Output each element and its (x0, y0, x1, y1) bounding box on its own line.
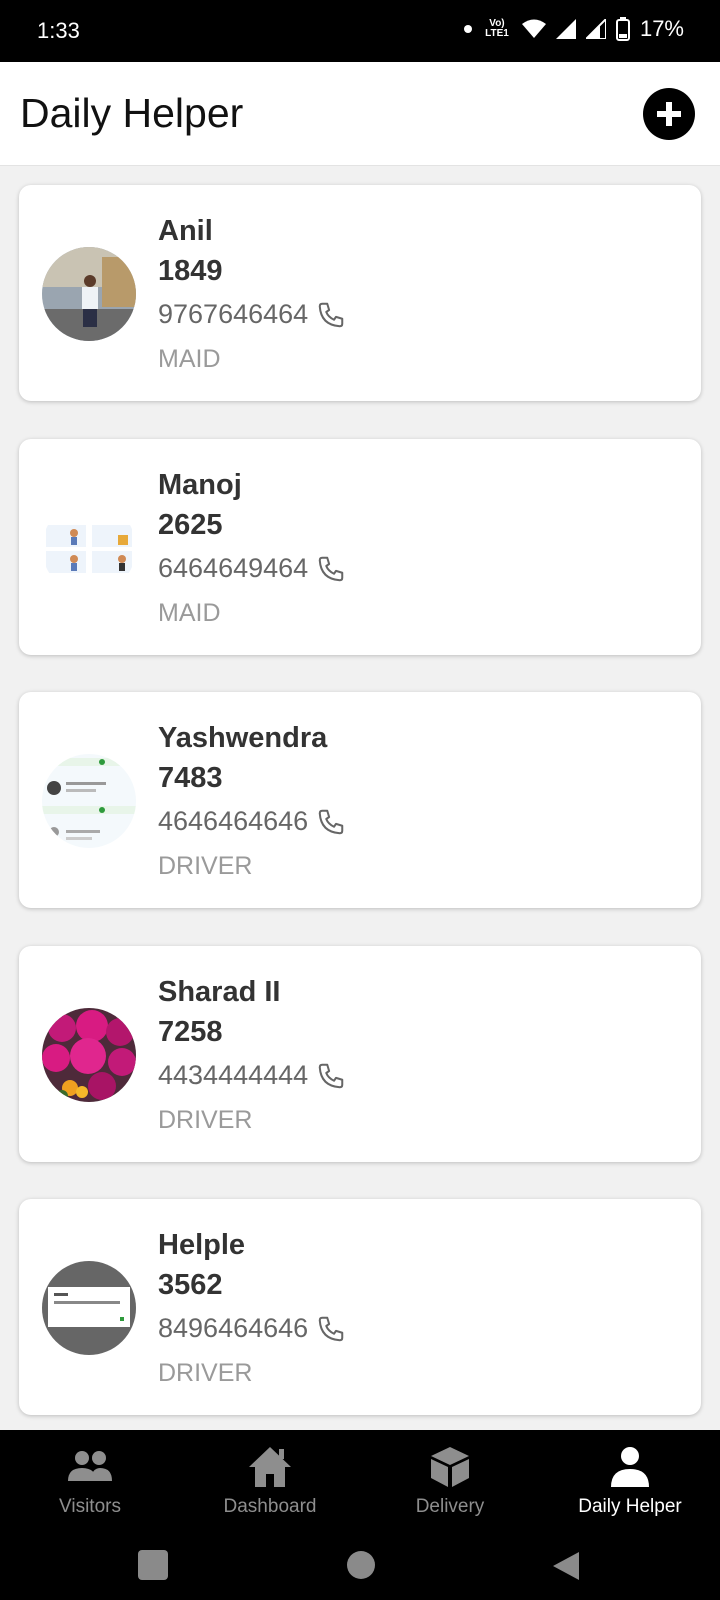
phone-icon[interactable] (316, 300, 346, 330)
nav-item-daily-helper[interactable]: Daily Helper (540, 1430, 720, 1534)
person-icon (605, 1444, 655, 1490)
recents-button[interactable] (138, 1550, 168, 1580)
nav-label: Visitors (59, 1496, 121, 1517)
add-helper-button[interactable] (643, 88, 695, 140)
notification-dot-icon (463, 25, 472, 33)
app-header: Daily Helper (0, 62, 720, 166)
helper-phone: 9767646464 (158, 299, 309, 329)
nav-item-delivery[interactable]: Delivery (360, 1430, 540, 1534)
helper-role: DRIVER (158, 1359, 253, 1387)
avatar (42, 247, 136, 341)
helper-role: MAID (158, 345, 221, 373)
helper-name: Manoj (158, 469, 242, 501)
avatar (42, 1008, 136, 1102)
helper-list[interactable]: Anil 1849 9767646464 MAID Manoj 2625 646… (0, 166, 720, 1430)
helper-name: Sharad II (158, 976, 281, 1008)
signal-icon (555, 19, 576, 39)
helper-card[interactable]: Anil 1849 9767646464 MAID (19, 185, 701, 401)
status-icons: Vo) LTE1 17% (463, 16, 684, 42)
helper-code: 1849 (158, 255, 223, 287)
box-icon (425, 1444, 475, 1490)
phone-icon[interactable] (316, 1061, 346, 1091)
volte-icon: Vo) LTE1 (482, 19, 512, 39)
bottom-nav: Visitors Dashboard Delivery Daily Helper (0, 1430, 720, 1534)
back-icon[interactable] (551, 1550, 581, 1582)
phone-icon[interactable] (316, 1314, 346, 1344)
helper-phone: 4434444444 (158, 1060, 309, 1090)
helper-name: Anil (158, 215, 213, 247)
helper-phone: 4646464646 (158, 806, 309, 836)
people-icon (65, 1444, 115, 1490)
helper-code: 3562 (158, 1269, 223, 1301)
status-time: 1:33 (37, 18, 80, 43)
phone-row[interactable]: 4434444444 (158, 1060, 346, 1091)
nav-item-dashboard[interactable]: Dashboard (180, 1430, 360, 1534)
phone-row[interactable]: 4646464646 (158, 806, 346, 837)
helper-card[interactable]: Sharad II 7258 4434444444 DRIVER (19, 946, 701, 1162)
page-title: Daily Helper (20, 90, 244, 136)
network-label: Vo) LTE1 (485, 18, 509, 39)
avatar (42, 754, 136, 848)
system-nav-bar (0, 1534, 720, 1600)
phone-icon[interactable] (316, 807, 346, 837)
plus-icon (657, 102, 681, 126)
helper-role: DRIVER (158, 852, 253, 880)
nav-label: Delivery (415, 1496, 485, 1517)
nav-label: Dashboard (223, 1496, 317, 1517)
phone-icon[interactable] (316, 554, 346, 584)
signal-2-icon (585, 19, 606, 39)
home-button[interactable] (347, 1551, 375, 1579)
helper-code: 7483 (158, 762, 223, 794)
helper-card[interactable]: Yashwendra 7483 4646464646 DRIVER (19, 692, 701, 908)
status-bar: 1:33 Vo) LTE1 17% (0, 0, 720, 62)
helper-phone: 8496464646 (158, 1313, 309, 1343)
avatar (42, 501, 136, 595)
helper-card[interactable]: Helple 3562 8496464646 DRIVER (19, 1199, 701, 1415)
battery-percent: 17% (639, 16, 684, 41)
wifi-icon (521, 19, 546, 38)
home-icon (245, 1444, 295, 1490)
phone-row[interactable]: 9767646464 (158, 299, 346, 330)
helper-name: Yashwendra (158, 722, 328, 754)
avatar (42, 1261, 136, 1355)
nav-label: Daily Helper (578, 1496, 682, 1517)
helper-phone: 6464649464 (158, 553, 309, 583)
phone-row[interactable]: 6464649464 (158, 553, 346, 584)
phone-row[interactable]: 8496464646 (158, 1313, 346, 1344)
helper-card[interactable]: Manoj 2625 6464649464 MAID (19, 439, 701, 655)
helper-name: Helple (158, 1229, 246, 1261)
helper-code: 7258 (158, 1016, 223, 1048)
helper-role: MAID (158, 599, 221, 627)
helper-code: 2625 (158, 509, 223, 541)
nav-item-visitors[interactable]: Visitors (0, 1430, 180, 1534)
battery-icon (615, 17, 630, 41)
helper-role: DRIVER (158, 1106, 253, 1134)
